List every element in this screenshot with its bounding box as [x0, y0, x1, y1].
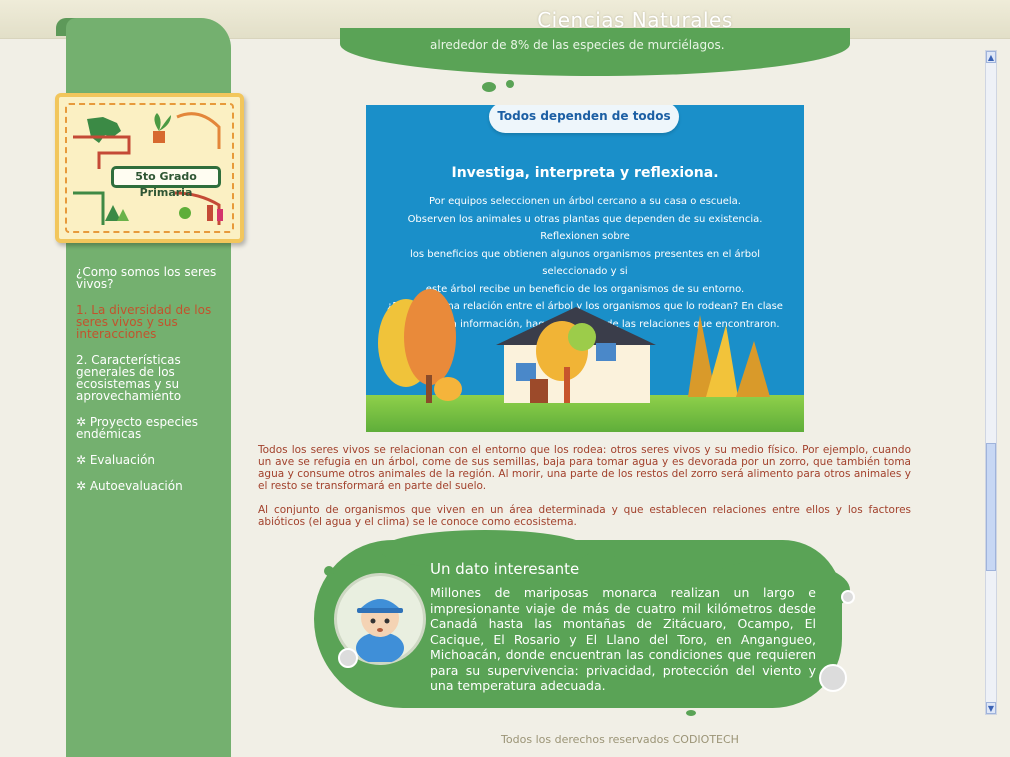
fact-title: Un dato interesante: [430, 560, 580, 578]
sidebar-item-diversidad[interactable]: 1. La diversidad de los seres vivos y su…: [76, 304, 234, 340]
cloud-dot: [324, 566, 334, 576]
vertical-scrollbar[interactable]: ▲ ▼: [985, 50, 997, 715]
scroll-up-arrow-icon[interactable]: ▲: [986, 51, 996, 63]
house-trees-illustration: [378, 289, 770, 403]
footer-copyright: Todos los derechos reservados CODIOTECH: [501, 733, 739, 746]
cloud-dot: [686, 710, 696, 716]
flower-bullet-icon: ✲: [76, 479, 87, 493]
sidebar-item-ecosistemas[interactable]: 2. Características generales de los ecos…: [76, 354, 234, 402]
decor-bubble: [819, 664, 847, 692]
sidebar-item-label: ¿Como somos los seres vivos?: [76, 265, 217, 291]
top-info-cloud: [340, 28, 850, 76]
cloud-dot: [506, 80, 514, 88]
activity-panel: Todos dependen de todos Investiga, inter…: [366, 105, 804, 432]
fact-body: Millones de mariposas monarca realizan u…: [430, 585, 816, 693]
intro-text: Todos los seres vivos se relacionan con …: [258, 444, 911, 540]
cloud-dot: [482, 82, 496, 92]
decor-bubble: [841, 590, 855, 604]
sidebar-item-autoevaluacion[interactable]: ✲ Autoevaluación: [76, 480, 234, 492]
scroll-down-arrow-icon[interactable]: ▼: [986, 702, 996, 714]
decor-bubble: [338, 648, 358, 668]
sidebar-item-proyecto[interactable]: ✲ Proyecto especies endémicas: [76, 416, 234, 440]
sidebar-item-label: Proyecto especies endémicas: [76, 415, 199, 441]
intro-paragraph: Todos los seres vivos se relacionan con …: [258, 444, 911, 492]
sidebar-item-evaluacion[interactable]: ✲ Evaluación: [76, 454, 234, 466]
scrollbar-thumb[interactable]: [986, 443, 996, 571]
cloud-dot: [605, 549, 615, 559]
sidebar-item-label: Autoevaluación: [89, 479, 183, 493]
sidebar-nav: ¿Como somos los seres vivos? 1. La diver…: [76, 266, 234, 506]
sidebar-item-label: 1. La diversidad de los seres vivos y su…: [76, 303, 212, 341]
intro-paragraph: Al conjunto de organismos que viven en u…: [258, 504, 911, 528]
grade-logo-card: 5to Grado Primaria: [55, 93, 244, 243]
sidebar-item-como-somos[interactable]: ¿Como somos los seres vivos?: [76, 266, 234, 290]
sidebar-item-label: Evaluación: [89, 453, 156, 467]
logo-label: 5to Grado Primaria: [111, 166, 221, 199]
top-cloud-text: alrededor de 8% de las especies de murci…: [430, 38, 725, 52]
flower-bullet-icon: ✲: [76, 453, 87, 467]
sidebar-item-label: 2. Características generales de los ecos…: [76, 353, 182, 403]
